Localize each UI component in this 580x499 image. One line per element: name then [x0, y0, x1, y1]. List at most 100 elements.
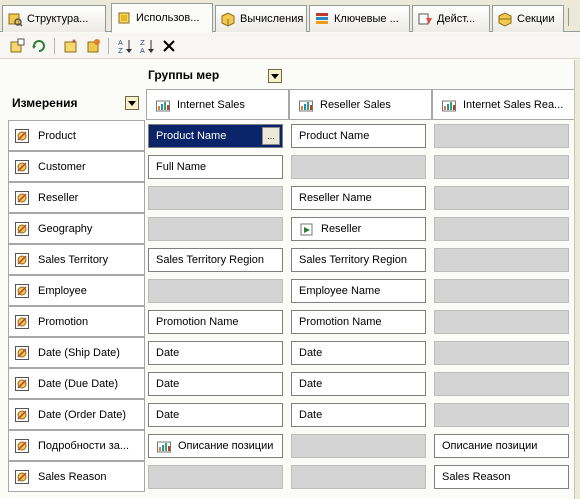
usage-cell-text: Product Name	[299, 130, 370, 142]
svg-text:Z: Z	[140, 39, 145, 47]
cube-structure-icon	[7, 11, 23, 27]
usage-cell-text: Date	[156, 347, 180, 359]
usage-cell-text: Date	[299, 378, 323, 390]
add-measure-group-icon[interactable]: *	[62, 37, 80, 55]
dimension-row-header[interactable]: Product	[8, 120, 145, 151]
dimension-row-header[interactable]: Date (Order Date)	[8, 399, 145, 430]
dimension-row-header[interactable]: Подробности за...	[8, 430, 145, 461]
usage-cell[interactable]: Reseller Name	[291, 186, 426, 210]
add-dimension-icon[interactable]	[84, 37, 102, 55]
tab-5[interactable]: Дейст...	[412, 5, 490, 32]
partitions-icon	[497, 11, 513, 27]
actions-icon	[417, 11, 433, 27]
usage-cell[interactable]: Date	[291, 372, 426, 396]
measure-group-icon	[156, 438, 172, 454]
dimension-row-header[interactable]: Sales Territory	[8, 244, 145, 275]
usage-cell-empty[interactable]	[434, 217, 569, 241]
measure-group-header[interactable]: Reseller Sales	[289, 89, 432, 120]
usage-cell[interactable]: Employee Name	[291, 279, 426, 303]
usage-cell-empty[interactable]	[434, 186, 569, 210]
add-cube-dimension-icon[interactable]	[8, 37, 26, 55]
dimension-row-header[interactable]: Employee	[8, 275, 145, 306]
dimension-icon	[14, 407, 30, 423]
sort-asc-icon[interactable]: AZ	[116, 37, 134, 55]
dimension-label: Reseller	[38, 191, 79, 204]
usage-cell[interactable]: Promotion Name	[291, 310, 426, 334]
usage-cell[interactable]: Date	[148, 403, 283, 427]
usage-cell[interactable]: Full Name	[148, 155, 283, 179]
usage-cell-empty[interactable]	[148, 279, 283, 303]
tab-3[interactable]: Вычисления	[215, 5, 307, 32]
dimension-row-header[interactable]: Date (Due Date)	[8, 368, 145, 399]
usage-cell-empty[interactable]	[434, 248, 569, 272]
sort-desc-icon[interactable]: ZA	[138, 37, 156, 55]
usage-cell-empty[interactable]	[434, 155, 569, 179]
dimensions-dropdown[interactable]	[125, 96, 139, 110]
dimensions-title: Измерения	[12, 96, 78, 110]
usage-cell[interactable]: Promotion Name	[148, 310, 283, 334]
delete-icon[interactable]	[160, 37, 178, 55]
usage-cell-text: Promotion Name	[299, 316, 382, 328]
measure-group-icon	[298, 97, 314, 113]
usage-cell-empty[interactable]	[291, 465, 426, 489]
dimension-icon	[14, 190, 30, 206]
dimension-label: Sales Territory	[38, 253, 109, 266]
tab-6[interactable]: Секции	[492, 5, 564, 32]
usage-cell-text: Employee Name	[299, 285, 381, 297]
usage-cell-empty[interactable]	[434, 403, 569, 427]
usage-cell[interactable]: Sales Reason	[434, 465, 569, 489]
dimension-row-header[interactable]: Promotion	[8, 306, 145, 337]
measure-groups-title: Группы мер	[148, 68, 220, 82]
usage-cell[interactable]: Reseller	[291, 217, 426, 241]
usage-cell-empty[interactable]	[148, 465, 283, 489]
tab-2[interactable]: Использов...	[111, 3, 213, 33]
dimension-row-header[interactable]: Geography	[8, 213, 145, 244]
dimension-row-header[interactable]: Reseller	[8, 182, 145, 213]
usage-cell-text: Date	[299, 409, 323, 421]
dimension-icon	[14, 314, 30, 330]
dimension-usage-grid: Группы мер Измерения Internet Sales Resel…	[0, 60, 580, 499]
usage-cell[interactable]: Product Name	[291, 124, 426, 148]
dimension-row-header[interactable]: Sales Reason	[8, 461, 145, 492]
measure-groups-dropdown[interactable]	[268, 69, 282, 83]
dimension-label: Date (Ship Date)	[38, 346, 120, 359]
dimension-label: Product	[38, 129, 76, 142]
usage-cell[interactable]: Product Name...	[148, 124, 283, 148]
edit-relationship-button[interactable]: ...	[262, 127, 280, 145]
tab-scroll-icon[interactable]	[568, 8, 578, 26]
usage-cell-empty[interactable]	[148, 217, 283, 241]
svg-text:Z: Z	[118, 47, 123, 54]
dimension-row-header[interactable]: Date (Ship Date)	[8, 337, 145, 368]
usage-cell[interactable]: Описание позиции	[434, 434, 569, 458]
usage-cell[interactable]: Date	[148, 341, 283, 365]
usage-cell-empty[interactable]	[434, 310, 569, 334]
svg-text:A: A	[118, 39, 123, 47]
dimension-label: Employee	[38, 284, 87, 297]
usage-cell-empty[interactable]	[434, 279, 569, 303]
dimension-icon	[14, 128, 30, 144]
dimension-row-header[interactable]: Customer	[8, 151, 145, 182]
refresh-icon[interactable]	[30, 37, 48, 55]
vertical-scrollbar[interactable]	[574, 60, 580, 499]
usage-cell[interactable]: Date	[291, 403, 426, 427]
usage-cell-empty[interactable]	[291, 434, 426, 458]
usage-cell[interactable]: Sales Territory Region	[148, 248, 283, 272]
usage-cell-empty[interactable]	[291, 155, 426, 179]
tab-label: Вычисления	[240, 13, 304, 25]
dimension-icon	[14, 221, 30, 237]
tab-4[interactable]: Ключевые ...	[309, 5, 410, 32]
measure-group-label: Internet Sales	[177, 98, 245, 111]
measure-group-header[interactable]: Internet Sales	[146, 89, 289, 120]
usage-cell[interactable]: Date	[148, 372, 283, 396]
usage-cell-text: Описание позиции	[178, 440, 274, 452]
usage-cell-empty[interactable]	[434, 372, 569, 396]
usage-cell-empty[interactable]	[434, 341, 569, 365]
usage-cell[interactable]: Описание позиции	[148, 434, 283, 458]
measure-group-header[interactable]: Internet Sales Rea...	[432, 89, 575, 120]
usage-cell[interactable]: Sales Territory Region	[291, 248, 426, 272]
usage-cell-empty[interactable]	[148, 186, 283, 210]
tab-1[interactable]: Структура...	[2, 5, 106, 32]
dimension-icon	[14, 376, 30, 392]
usage-cell[interactable]: Date	[291, 341, 426, 365]
usage-cell-empty[interactable]	[434, 124, 569, 148]
